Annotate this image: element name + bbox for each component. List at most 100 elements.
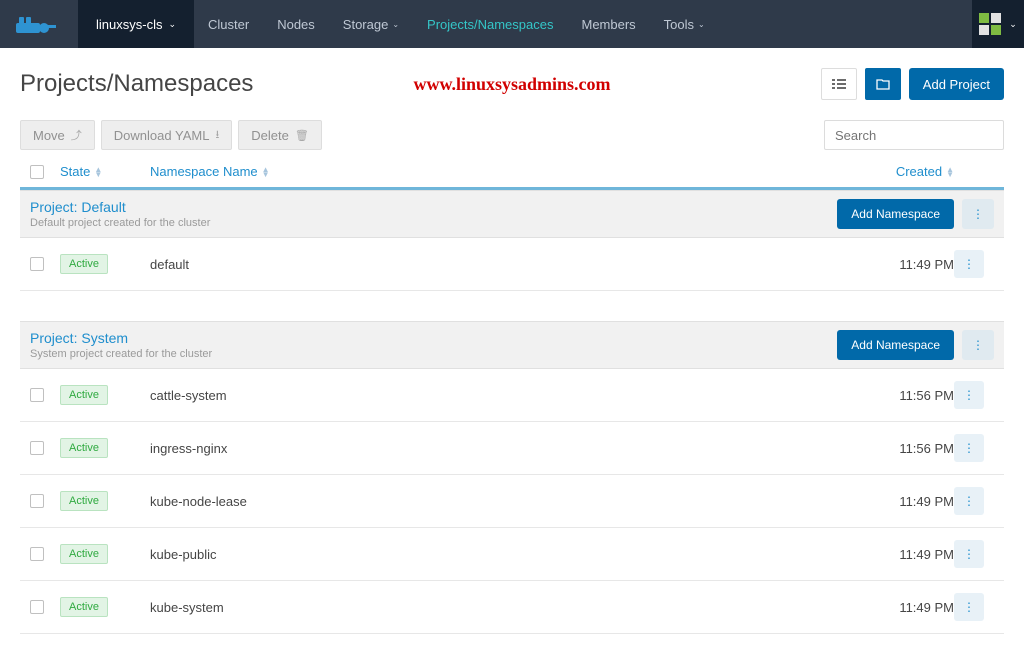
nav-tools[interactable]: Tools ⌄ (650, 0, 719, 48)
nav-tools-label: Tools (664, 17, 694, 32)
nav-cluster[interactable]: Cluster (194, 0, 263, 48)
created-time: 11:49 PM (899, 494, 954, 509)
top-navigation: linuxsys-cls ⌄ Cluster Nodes Storage ⌄ P… (0, 0, 1024, 48)
page-header: Projects/Namespaces www.linuxsysadmins.c… (20, 68, 1004, 100)
created-time: 11:56 PM (899, 441, 954, 456)
project-title[interactable]: Project: System (30, 330, 837, 346)
row-checkbox[interactable] (30, 547, 44, 561)
watermark-text: www.linuxsysadmins.com (413, 74, 610, 95)
row-checkbox[interactable] (30, 257, 44, 271)
move-button[interactable]: Move ⤴ (20, 120, 95, 150)
delete-label: Delete (251, 128, 289, 143)
trash-icon: 🗑 (295, 129, 309, 142)
row-menu-button[interactable]: ⋮ (954, 434, 984, 462)
select-all-checkbox[interactable] (30, 165, 44, 179)
sort-icon: ▲▼ (946, 167, 954, 177)
nav-members[interactable]: Members (567, 0, 649, 48)
table-row: Active default 11:49 PM ⋮ (20, 238, 1004, 291)
project-description: System project created for the cluster (30, 348, 837, 360)
kebab-icon: ⋮ (972, 344, 984, 347)
project-group: Project: Default Default project created … (20, 190, 1004, 291)
kebab-icon: ⋮ (963, 553, 975, 556)
namespace-name[interactable]: default (150, 257, 189, 272)
download-yaml-label: Download YAML (114, 128, 210, 143)
nav-projects-namespaces[interactable]: Projects/Namespaces (413, 0, 567, 48)
project-header: Project: Default Default project created … (20, 190, 1004, 238)
project-menu-button[interactable]: ⋮ (962, 199, 994, 229)
project-group: Project: System System project created fo… (20, 321, 1004, 634)
column-namespace-name[interactable]: Namespace Name ▲▼ (150, 164, 834, 179)
namespace-name[interactable]: kube-public (150, 547, 217, 562)
row-menu-button[interactable]: ⋮ (954, 487, 984, 515)
project-menu-button[interactable]: ⋮ (962, 330, 994, 360)
created-time: 11:49 PM (899, 257, 954, 272)
project-title[interactable]: Project: Default (30, 199, 837, 215)
sort-icon: ▲▼ (262, 167, 270, 177)
status-badge: Active (60, 597, 108, 617)
column-created[interactable]: Created ▲▼ (834, 164, 954, 179)
nav-nodes[interactable]: Nodes (263, 0, 329, 48)
cluster-name: linuxsys-cls (96, 17, 162, 32)
chevron-down-icon: ⌄ (168, 19, 176, 30)
project-description: Default project created for the cluster (30, 217, 837, 229)
row-checkbox[interactable] (30, 600, 44, 614)
namespace-name[interactable]: ingress-nginx (150, 441, 227, 456)
column-created-label: Created (896, 164, 942, 179)
table-header: State ▲▼ Namespace Name ▲▼ Created ▲▼ (20, 156, 1004, 190)
kebab-icon: ⋮ (963, 447, 975, 450)
created-time: 11:49 PM (899, 547, 954, 562)
table-row: Active kube-node-lease 11:49 PM ⋮ (20, 475, 1004, 528)
add-namespace-button[interactable]: Add Namespace (837, 330, 954, 360)
action-toolbar: Move ⤴ Download YAML ⭳ Delete 🗑 (20, 120, 1004, 150)
kebab-icon: ⋮ (963, 263, 975, 266)
chevron-down-icon: ⌄ (698, 20, 705, 29)
kebab-icon: ⋮ (972, 213, 984, 216)
add-project-button[interactable]: Add Project (909, 68, 1004, 100)
page-title: Projects/Namespaces (20, 70, 253, 98)
row-checkbox[interactable] (30, 494, 44, 508)
user-menu[interactable]: ⌄ (972, 0, 1024, 48)
row-menu-button[interactable]: ⋮ (954, 593, 984, 621)
status-badge: Active (60, 544, 108, 564)
row-menu-button[interactable]: ⋮ (954, 540, 984, 568)
folder-view-button[interactable] (865, 68, 901, 100)
search-input[interactable] (824, 120, 1004, 150)
status-badge: Active (60, 254, 108, 274)
sort-icon: ▲▼ (94, 167, 102, 177)
nav-storage-label: Storage (343, 17, 389, 32)
avatar-icon (979, 13, 1001, 35)
row-checkbox[interactable] (30, 388, 44, 402)
chevron-down-icon: ⌄ (392, 20, 399, 29)
status-badge: Active (60, 385, 108, 405)
column-state[interactable]: State ▲▼ (60, 164, 150, 179)
delete-button[interactable]: Delete 🗑 (238, 120, 322, 150)
status-badge: Active (60, 491, 108, 511)
chevron-down-icon: ⌄ (1009, 19, 1017, 30)
table-row: Active kube-public 11:49 PM ⋮ (20, 528, 1004, 581)
namespace-name[interactable]: kube-system (150, 600, 224, 615)
created-time: 11:49 PM (899, 600, 954, 615)
project-header: Project: System System project created fo… (20, 321, 1004, 369)
status-badge: Active (60, 438, 108, 458)
row-menu-button[interactable]: ⋮ (954, 381, 984, 409)
add-namespace-button[interactable]: Add Namespace (837, 199, 954, 229)
cluster-selector[interactable]: linuxsys-cls ⌄ (78, 0, 194, 48)
share-icon: ⤴ (71, 127, 82, 143)
row-menu-button[interactable]: ⋮ (954, 250, 984, 278)
table-row: Active kube-system 11:49 PM⋮ (20, 581, 1004, 634)
kebab-icon: ⋮ (963, 500, 975, 503)
nav-storage[interactable]: Storage ⌄ (329, 0, 413, 48)
download-icon: ⭳ (215, 126, 219, 145)
row-checkbox[interactable] (30, 441, 44, 455)
table-row: Active cattle-system 11:56 PM ⋮ (20, 369, 1004, 422)
column-name-label: Namespace Name (150, 164, 258, 179)
table-row: Active ingress-nginx 11:56 PM ⋮ (20, 422, 1004, 475)
created-time: 11:56 PM (899, 388, 954, 403)
kebab-icon: ⋮ (963, 394, 975, 397)
download-yaml-button[interactable]: Download YAML ⭳ (101, 120, 233, 150)
list-view-button[interactable] (821, 68, 857, 100)
column-state-label: State (60, 164, 90, 179)
rancher-logo[interactable] (0, 0, 78, 48)
namespace-name[interactable]: kube-node-lease (150, 494, 247, 509)
namespace-name[interactable]: cattle-system (150, 388, 227, 403)
